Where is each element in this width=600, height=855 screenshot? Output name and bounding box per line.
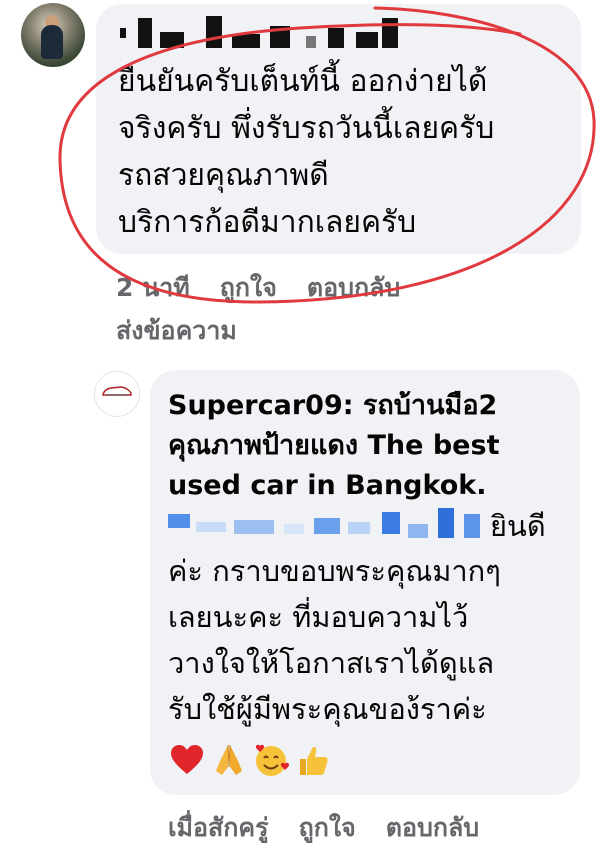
comment-2-time[interactable]: เมื่อสักครู่ [168,813,269,842]
comment-2-line: เลยนะคะ ที่มอบความไว้ [168,600,469,634]
sender-line: Supercar09: รถบ้านมือ2 [168,390,498,421]
comment-1-like-button[interactable]: ถูกใจ [220,273,277,302]
comment-2-line: วางใจให้โอกาสเราได้ดูแล [168,646,495,680]
comment-2-reply-button[interactable]: ตอบกลับ [386,813,479,842]
comment-2-line: รับใช้ผู้มีพระคุณของ้ราค่ะ [168,692,487,726]
comment-2-line: ค่ะ กราบขอบพระคุณมากๆ [168,554,501,588]
comment-1-line: บริการก้อดีมากเลยครับ [118,205,417,240]
comment-2-text: ค่ะ กราบขอบพระคุณมากๆเลยนะคะ ที่มอบความไ… [168,548,501,732]
sender-line: คุณภาพป้ายแดง The best [168,430,500,461]
avatar-body [41,25,63,59]
redacted-mention[interactable] [168,508,488,544]
thumbs-up-icon [300,746,328,775]
red-heart-icon [171,745,203,774]
comment-1-message-button[interactable]: ส่งข้อความ [116,316,237,345]
comment-2-actions: เมื่อสักครู่ ถูกใจ ตอบกลับ [168,812,509,844]
page-avatar[interactable] [94,371,140,417]
redacted-commenter-name[interactable] [120,14,420,54]
comment-2-first-word: ยินดี [490,509,546,543]
emoji-row [168,740,332,780]
comment-1-line: จริงครับ พึ่งรับรถวันนี้เลยครับ [118,111,495,146]
commenter-avatar[interactable] [21,3,85,67]
comment-1-line: รถสวยคุณภาพดี [118,158,329,193]
sender-line: used car in Bangkok. [168,470,487,501]
comment-1-actions: 2 นาที ถูกใจ ตอบกลับ [116,272,430,304]
comment-1-actions-2: ส่งข้อความ [116,315,267,347]
car-logo-icon [102,386,132,396]
comment-1-time[interactable]: 2 นาที [116,273,190,302]
comment-1-line: ยืนยันครับเต็นท์นี้ ออกง่ายได้ [118,64,488,99]
page-sender-name[interactable]: Supercar09: รถบ้านมือ2 คุณภาพป้ายแดง The … [168,386,568,506]
smiling-face-with-hearts-icon [255,744,290,776]
folded-hands-icon [216,744,242,775]
comment-1-text: ยืนยันครับเต็นท์นี้ ออกง่ายได้จริงครับ พ… [118,58,494,246]
comment-1-reply-button[interactable]: ตอบกลับ [307,273,400,302]
comment-2-like-button[interactable]: ถูกใจ [299,813,356,842]
